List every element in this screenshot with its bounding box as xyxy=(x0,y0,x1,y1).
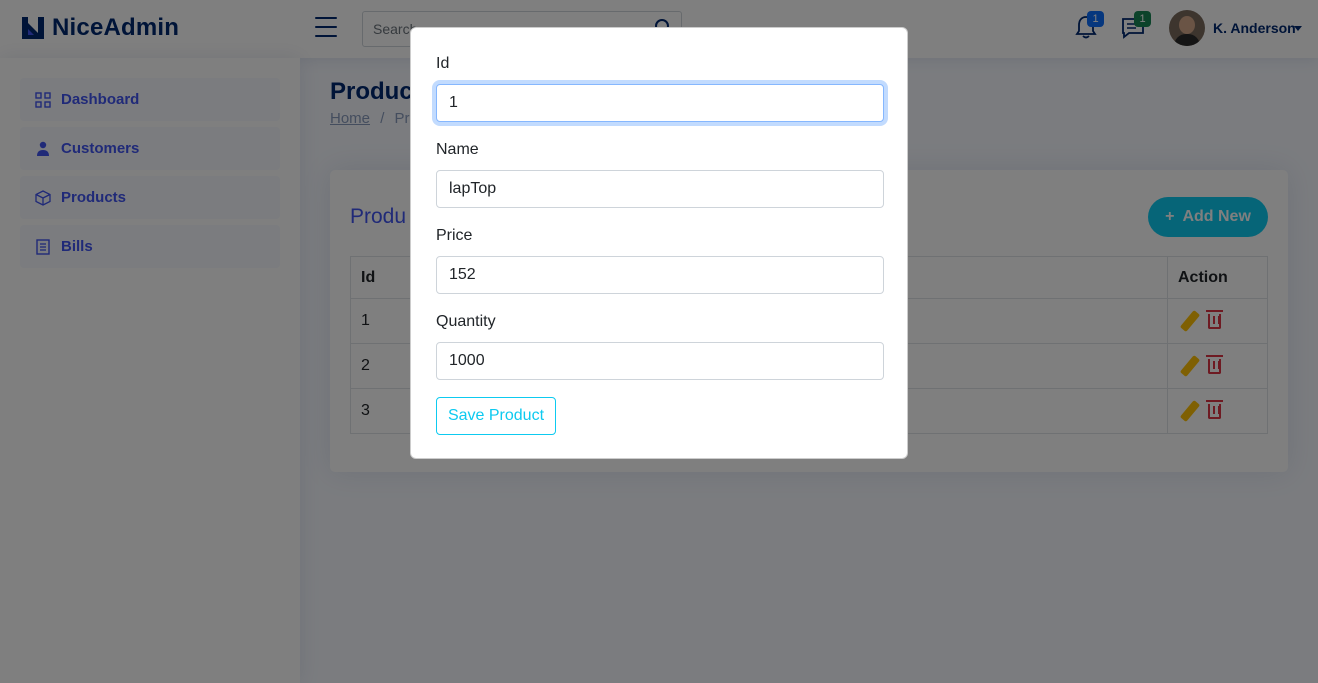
id-label: Id xyxy=(436,55,450,72)
save-product-button[interactable]: Save Product xyxy=(436,397,556,435)
price-field[interactable]: 152 xyxy=(436,256,884,294)
name-label: Name xyxy=(436,141,479,158)
product-form-modal: Id 1 Name lapTop Price 152 Quantity 1000… xyxy=(410,27,908,459)
price-label: Price xyxy=(436,227,473,244)
name-field[interactable]: lapTop xyxy=(436,170,884,208)
quantity-field[interactable]: 1000 xyxy=(436,342,884,380)
id-field[interactable]: 1 xyxy=(436,84,884,122)
quantity-label: Quantity xyxy=(436,313,496,330)
